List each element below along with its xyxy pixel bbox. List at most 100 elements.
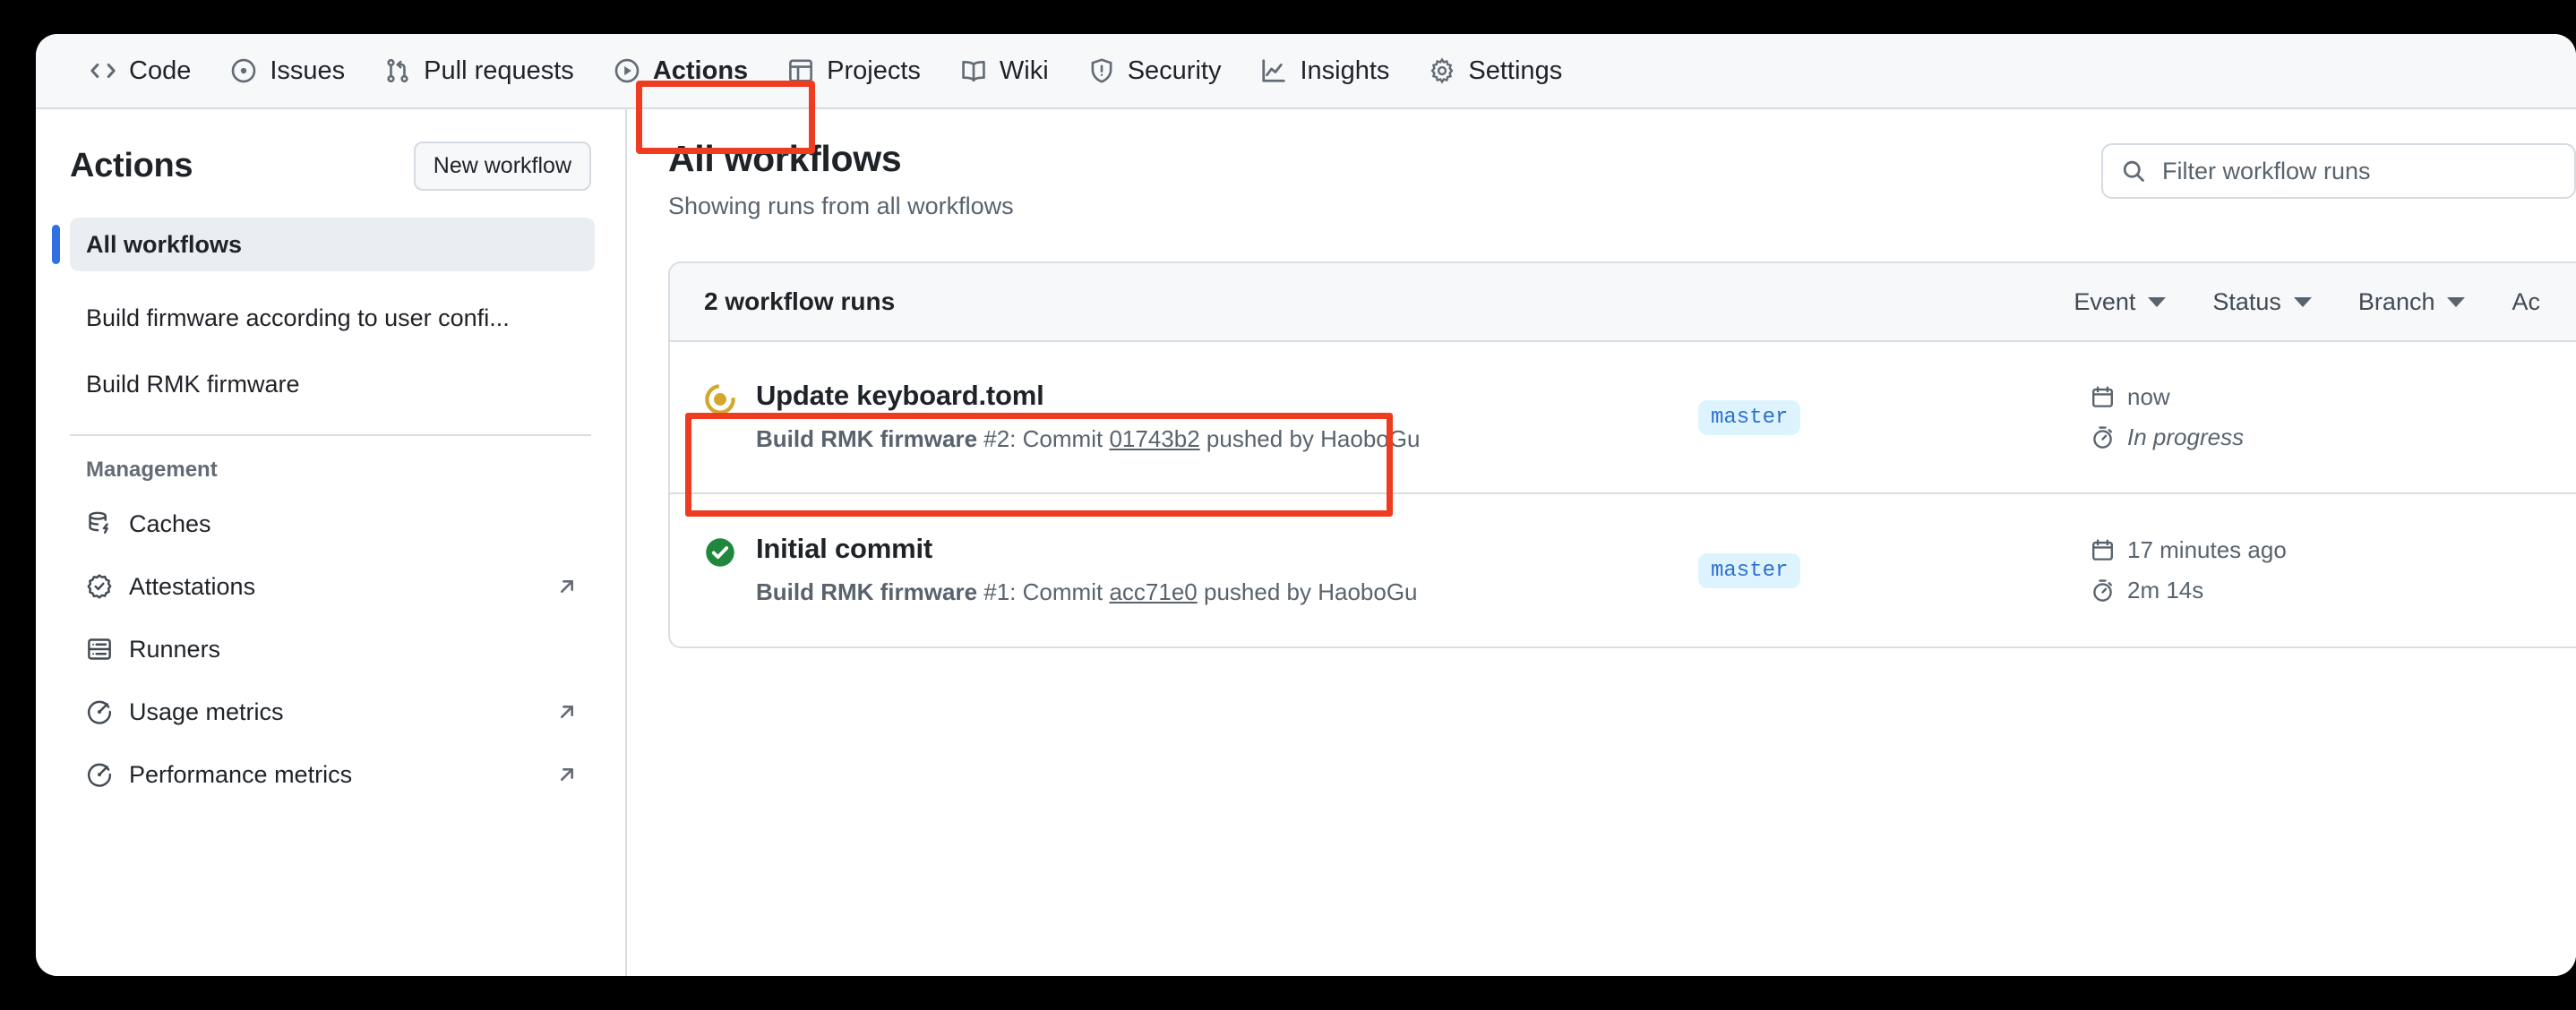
- workflow-runs-count: 2 workflow runs: [704, 287, 895, 316]
- nav-tab-issues[interactable]: Issues: [210, 44, 365, 98]
- nav-tab-label: Issues: [270, 56, 345, 86]
- filter-dropdown-actor[interactable]: Ac: [2512, 288, 2540, 316]
- cache-icon: [86, 510, 113, 537]
- run-commit-sha[interactable]: 01743b2: [1109, 425, 1199, 452]
- sidebar-item-runners[interactable]: Runners: [70, 622, 595, 676]
- nav-tab-code[interactable]: Code: [70, 44, 210, 98]
- nav-tab-label: Wiki: [1000, 56, 1049, 86]
- repo-nav-bar: Code Issues Pull requests Actions Projec: [36, 34, 2576, 109]
- server-icon: [86, 636, 113, 663]
- page-title: All workflows: [668, 138, 1014, 180]
- run-workflow-name: Build RMK firmware: [756, 578, 977, 605]
- play-icon: [614, 57, 640, 84]
- filter-workflow-runs-box[interactable]: [2101, 143, 2576, 199]
- sidebar-item-caches[interactable]: Caches: [70, 497, 595, 551]
- new-workflow-button[interactable]: New workflow: [414, 141, 591, 191]
- sidebar-item-usage-metrics[interactable]: Usage metrics: [70, 685, 595, 739]
- run-time-cell: 17 minutes ago 2m 14s: [2074, 536, 2576, 604]
- filter-dropdown-label: Event: [2074, 288, 2135, 316]
- nav-tab-label: Projects: [827, 56, 921, 86]
- sidebar-item-all-workflows[interactable]: All workflows: [70, 218, 595, 271]
- external-link-icon: [555, 763, 579, 786]
- sidebar-item-label: Caches: [129, 510, 579, 538]
- run-time-cell: now In progress: [2074, 383, 2576, 451]
- table-row[interactable]: Update keyboard.toml Build RMK firmware …: [670, 342, 2576, 494]
- sidebar-management-heading: Management: [70, 458, 595, 483]
- nav-tab-pull-requests[interactable]: Pull requests: [365, 44, 594, 98]
- page-subtitle: Showing runs from all workflows: [668, 193, 1014, 220]
- run-meta: Build RMK firmware #2: Commit 01743b2 pu…: [756, 424, 1420, 455]
- run-pushed-by: pushed by HaoboGu: [1206, 425, 1421, 452]
- sidebar-item-performance-metrics[interactable]: Performance metrics: [70, 748, 595, 801]
- browser-window: Code Issues Pull requests Actions Projec: [36, 34, 2576, 976]
- external-link-icon: [555, 575, 579, 598]
- in-progress-icon: [704, 383, 736, 415]
- sidebar-item-label: Build RMK firmware: [86, 371, 579, 398]
- run-title-link[interactable]: Update keyboard.toml: [756, 380, 1420, 412]
- verified-badge-icon: [86, 573, 113, 600]
- run-date: now: [2127, 383, 2170, 411]
- workflow-runs-filter-group: Event Status Branch Ac: [2074, 288, 2540, 316]
- run-duration-line: 2m 14s: [2091, 577, 2576, 604]
- branch-badge[interactable]: master: [1698, 400, 1800, 435]
- calendar-icon: [2091, 385, 2115, 409]
- meter-icon: [86, 698, 113, 725]
- sidebar-header: Actions New workflow: [70, 141, 595, 191]
- chevron-down-icon: [2447, 297, 2465, 307]
- workflow-runs-panel: 2 workflow runs Event Status Branch: [668, 261, 2576, 648]
- sidebar-item-label: Attestations: [129, 573, 539, 601]
- filter-dropdown-branch[interactable]: Branch: [2358, 288, 2466, 316]
- sidebar-management-list: Caches Attestations Runners: [70, 497, 595, 801]
- search-icon: [2121, 158, 2146, 184]
- sidebar-title: Actions: [70, 147, 193, 185]
- sidebar-item-label: Performance metrics: [129, 761, 539, 789]
- sidebar-item-attestations[interactable]: Attestations: [70, 560, 595, 613]
- run-date: 17 minutes ago: [2127, 536, 2287, 564]
- book-icon: [960, 57, 987, 84]
- nav-tab-insights[interactable]: Insights: [1241, 44, 1409, 98]
- run-commit-word: Commit: [1023, 425, 1103, 452]
- meter-icon: [86, 761, 113, 788]
- run-workflow-name: Build RMK firmware: [756, 425, 977, 452]
- chevron-down-icon: [2294, 297, 2312, 307]
- check-circle-icon: [704, 536, 736, 569]
- run-commit-sha[interactable]: acc71e0: [1109, 578, 1197, 605]
- page-body: Actions New workflow All workflows Build…: [36, 109, 2576, 976]
- filter-dropdown-event[interactable]: Event: [2074, 288, 2166, 316]
- gear-icon: [1429, 57, 1455, 84]
- nav-tab-wiki[interactable]: Wiki: [940, 44, 1069, 98]
- git-pull-request-icon: [384, 57, 411, 84]
- stopwatch-icon: [2091, 578, 2115, 603]
- table-row[interactable]: Initial commit Build RMK firmware #1: Co…: [670, 494, 2576, 646]
- search-input[interactable]: [2160, 157, 2556, 186]
- sidebar-item-workflow[interactable]: Build RMK firmware: [70, 357, 595, 411]
- nav-tab-security[interactable]: Security: [1069, 44, 1241, 98]
- nav-tab-actions[interactable]: Actions: [594, 44, 768, 98]
- sidebar-divider: [70, 434, 591, 436]
- nav-tab-label: Insights: [1300, 56, 1389, 86]
- sidebar-item-label: All workflows: [86, 231, 579, 259]
- run-text-group: Update keyboard.toml Build RMK firmware …: [756, 380, 1420, 455]
- filter-dropdown-label: Ac: [2512, 288, 2540, 316]
- actions-sidebar: Actions New workflow All workflows Build…: [36, 109, 627, 976]
- run-summary: Initial commit Build RMK firmware #1: Co…: [704, 506, 1698, 635]
- run-date-line: now: [2091, 383, 2576, 411]
- table-icon: [787, 57, 814, 84]
- run-summary: Update keyboard.toml Build RMK firmware …: [704, 353, 1698, 482]
- nav-tab-label: Security: [1128, 56, 1222, 86]
- run-title-link[interactable]: Initial commit: [756, 533, 1418, 565]
- sidebar-item-workflow[interactable]: Build firmware according to user confi..…: [70, 291, 595, 345]
- run-branch-cell: master: [1698, 553, 2074, 588]
- branch-badge[interactable]: master: [1698, 553, 1800, 588]
- chevron-down-icon: [2148, 297, 2166, 307]
- code-icon: [90, 57, 116, 84]
- nav-tab-projects[interactable]: Projects: [768, 44, 940, 98]
- main-content: All workflows Showing runs from all work…: [627, 109, 2576, 976]
- nav-tab-settings[interactable]: Settings: [1409, 44, 1582, 98]
- sidebar-item-label: Runners: [129, 636, 579, 663]
- calendar-icon: [2091, 538, 2115, 562]
- filter-dropdown-label: Status: [2212, 288, 2281, 316]
- run-duration: 2m 14s: [2127, 577, 2203, 604]
- filter-dropdown-status[interactable]: Status: [2212, 288, 2312, 316]
- sidebar-item-label: Usage metrics: [129, 698, 539, 726]
